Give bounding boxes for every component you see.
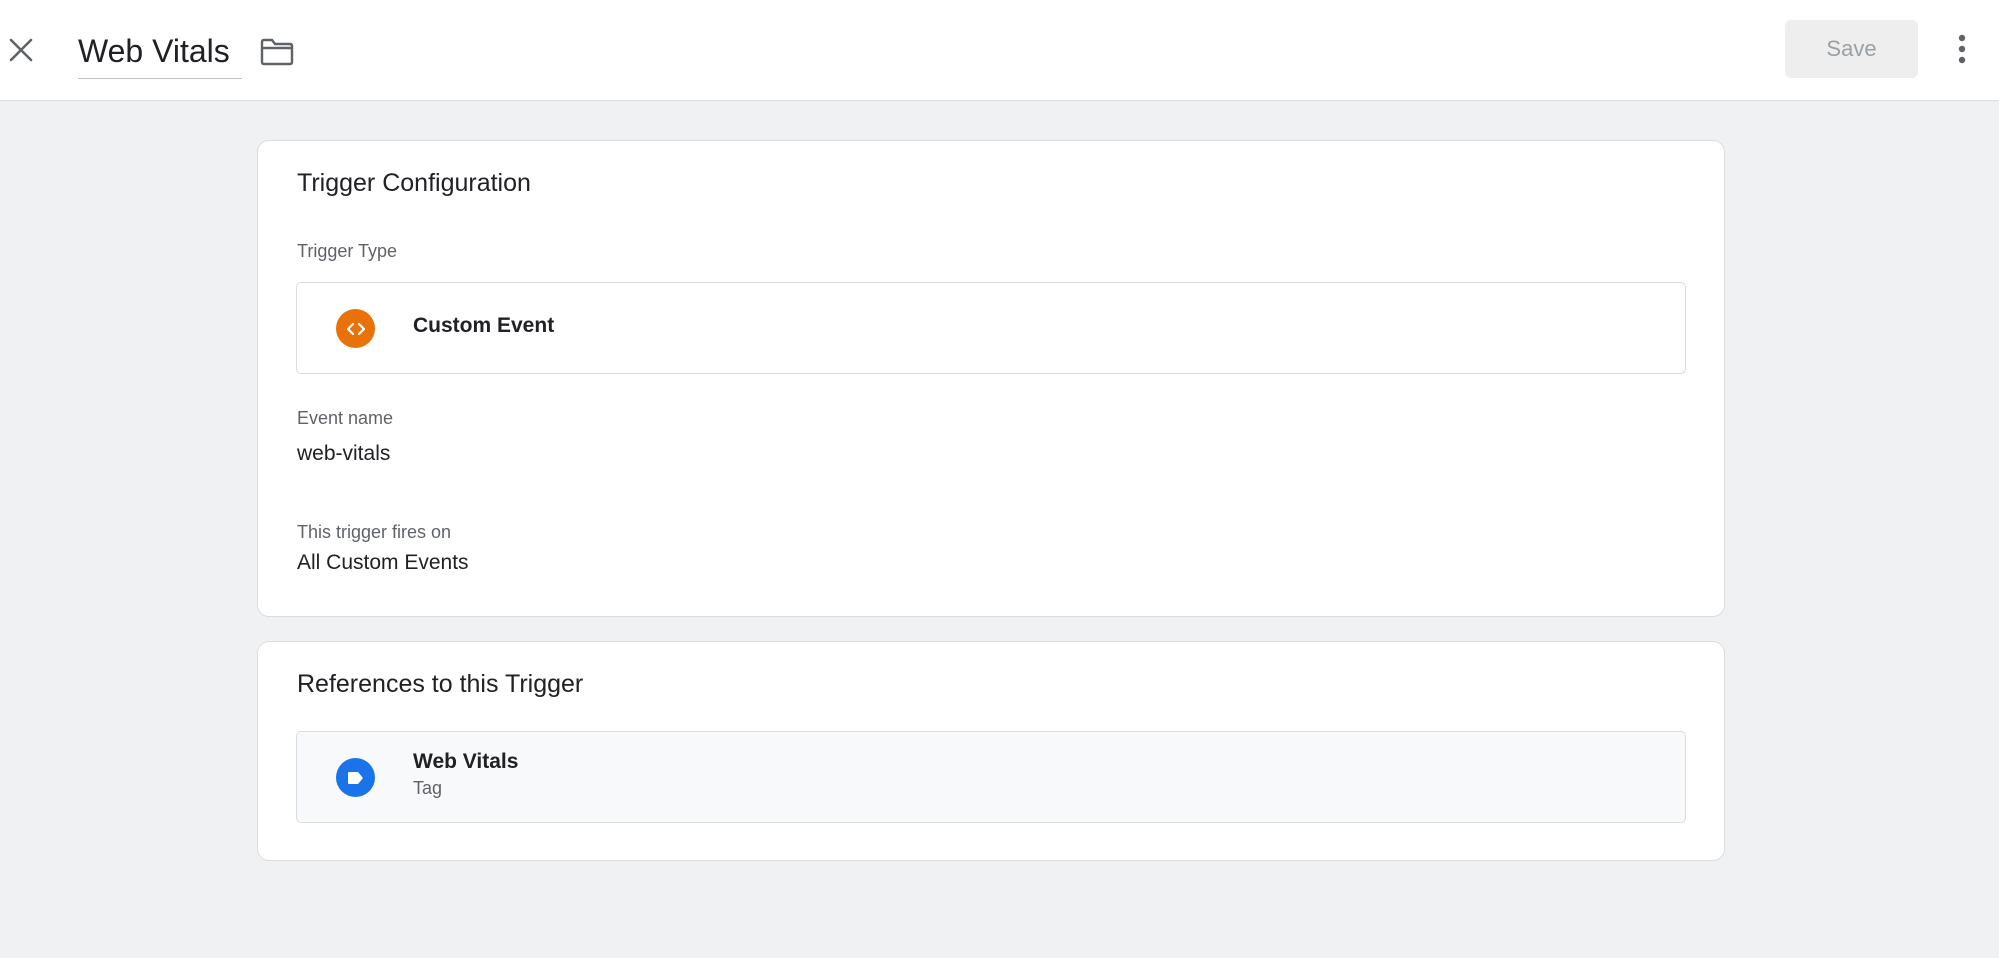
- save-button[interactable]: Save: [1785, 20, 1918, 78]
- more-vert-icon: [1958, 34, 1966, 64]
- trigger-type-label: Trigger Type: [297, 241, 398, 261]
- event-name-value: web-vitals: [297, 442, 391, 465]
- tag-badge: [336, 758, 375, 797]
- page-title: Web Vitals: [78, 33, 230, 69]
- reference-name: Web Vitals: [413, 750, 519, 773]
- custom-event-badge: [336, 309, 375, 348]
- event-name-label: Event name: [297, 408, 394, 428]
- reference-row[interactable]: Web Vitals Tag: [296, 731, 1686, 823]
- top-app-bar: Web Vitals Save: [0, 0, 1999, 101]
- fires-on-value: All Custom Events: [297, 551, 469, 574]
- reference-type: Tag: [413, 778, 443, 798]
- trigger-configuration-heading: Trigger Configuration: [297, 169, 531, 197]
- trigger-configuration-card[interactable]: Trigger Configuration Trigger Type Custo…: [257, 140, 1725, 617]
- more-options-button[interactable]: [1942, 26, 1982, 72]
- close-button[interactable]: [2, 31, 40, 69]
- trigger-type-row[interactable]: Custom Event: [296, 282, 1686, 374]
- folder-icon: [260, 38, 294, 66]
- folder-button[interactable]: [257, 32, 297, 72]
- references-card: References to this Trigger Web Vitals Ta…: [257, 641, 1725, 861]
- trigger-name-field[interactable]: Web Vitals: [78, 26, 242, 79]
- trigger-type-name: Custom Event: [413, 314, 555, 337]
- references-heading: References to this Trigger: [297, 670, 584, 698]
- code-brackets-icon: [346, 322, 365, 335]
- close-icon: [9, 38, 33, 62]
- fires-on-label: This trigger fires on: [297, 522, 452, 542]
- tag-icon: [347, 771, 363, 784]
